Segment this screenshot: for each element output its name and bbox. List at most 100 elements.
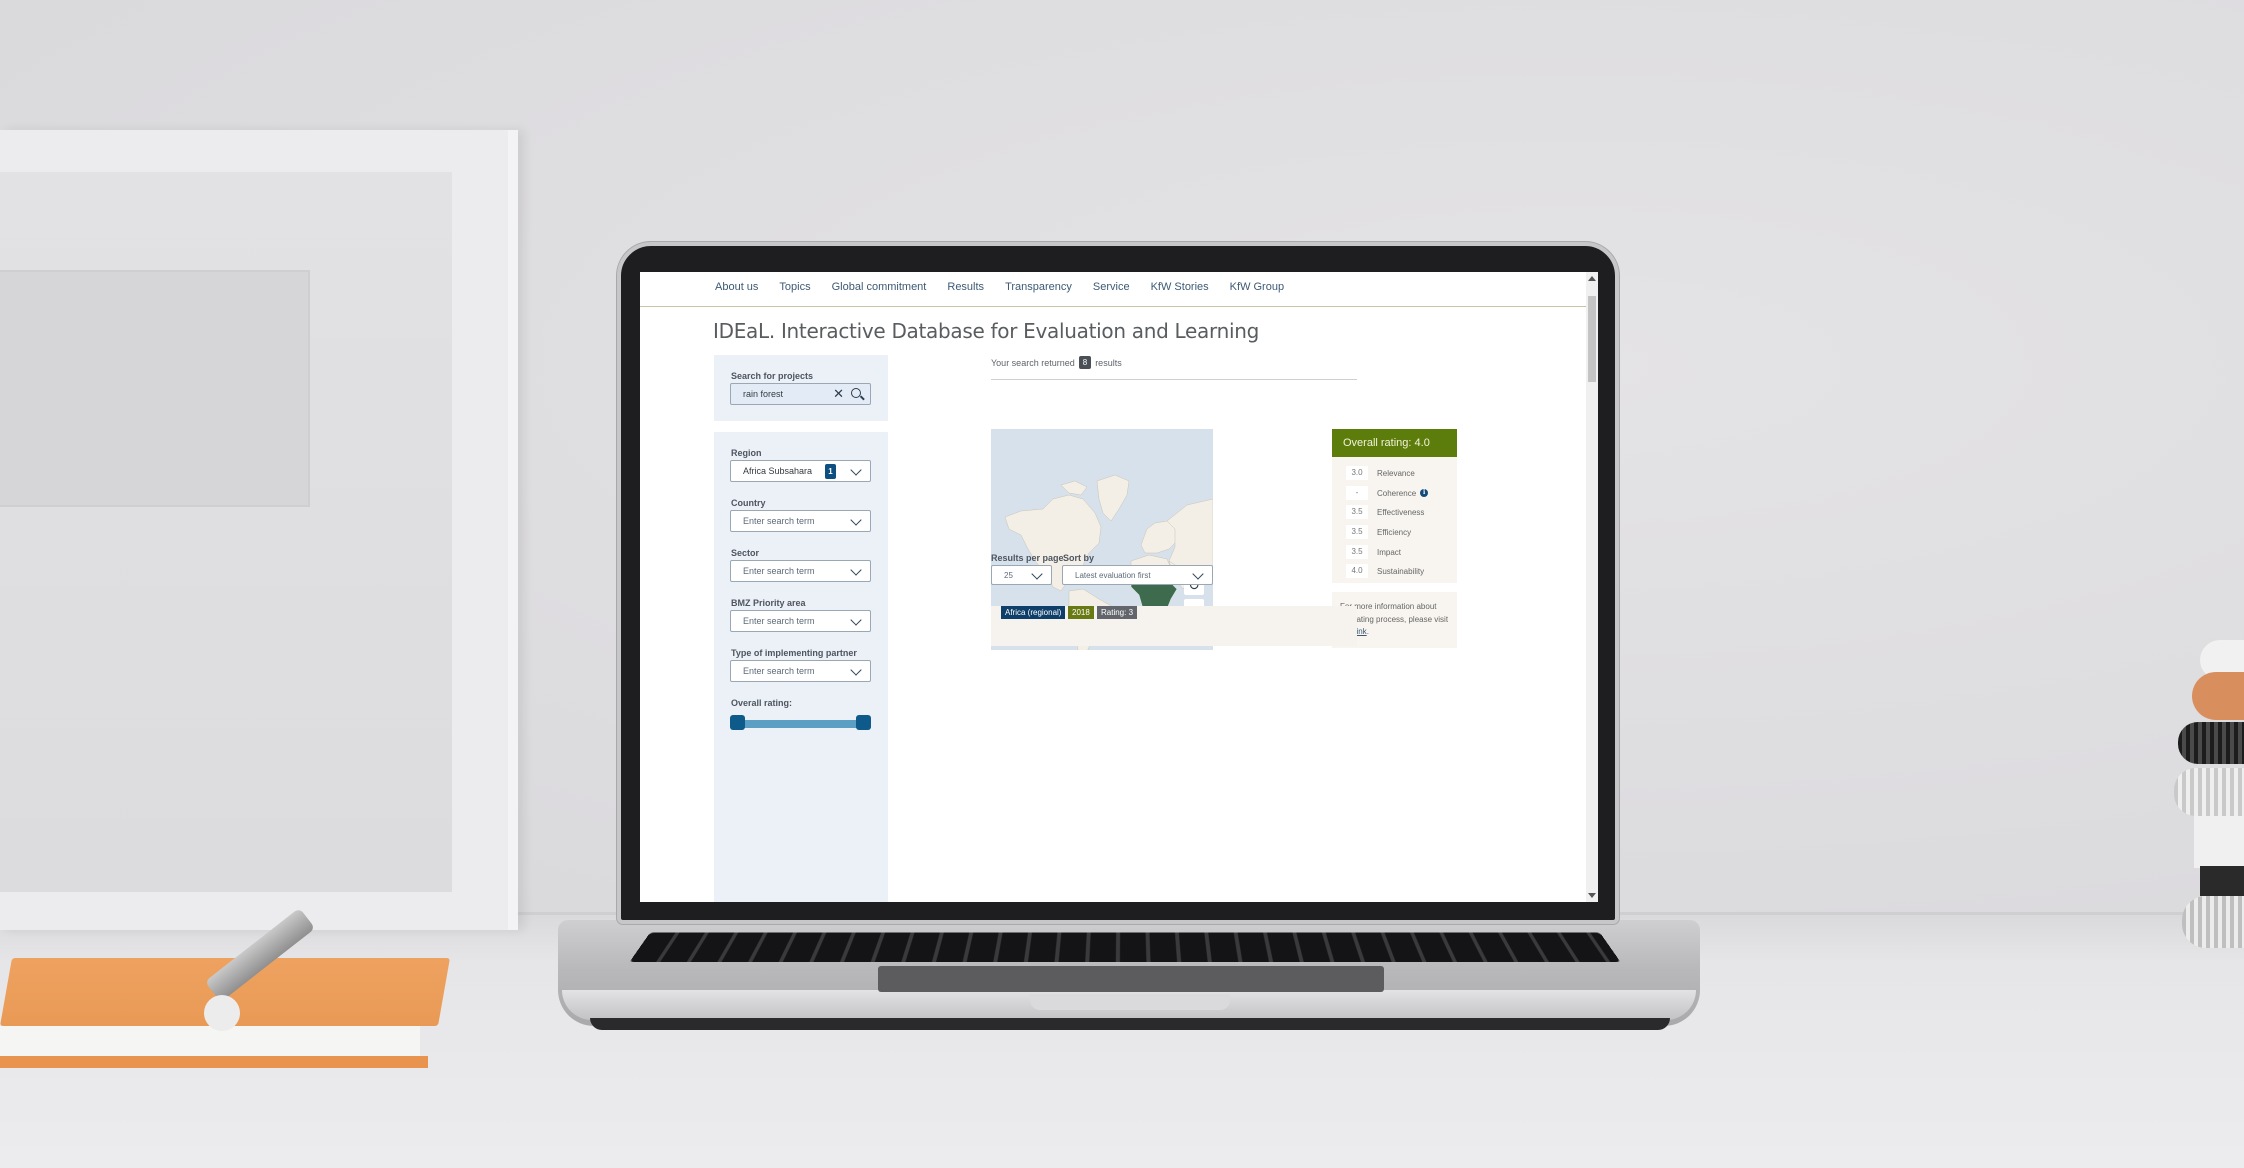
sort-by-value: Latest evaluation first <box>1075 571 1151 580</box>
continent-greenland <box>1096 474 1130 522</box>
chevron-down-icon <box>850 464 862 476</box>
rating-info-end: . <box>1366 627 1369 636</box>
country-placeholder: Enter search term <box>743 516 815 526</box>
rating-label: Efficiency <box>1377 527 1412 537</box>
region-selected-count: 1 <box>825 464 836 479</box>
pen-cap <box>204 995 240 1031</box>
picture-frame <box>0 130 518 930</box>
rating-slider-min-handle[interactable] <box>730 715 745 730</box>
result-card[interactable]: Africa (regional) 2018 Rating: 3 <box>991 606 1357 646</box>
rating-label: Effectiveness <box>1377 507 1425 517</box>
notebook-stack <box>2170 640 2244 950</box>
stack-item <box>2194 816 2244 868</box>
laptop-keyboard <box>629 932 1621 963</box>
stack-item <box>2178 722 2244 764</box>
per-page-select[interactable]: 25 <box>991 565 1052 585</box>
chevron-down-icon <box>850 564 862 576</box>
search-icon[interactable] <box>851 388 861 398</box>
search-input[interactable]: rain forest ✕ <box>730 383 871 405</box>
chevron-down-icon <box>850 664 862 676</box>
rating-row-coherence: - Coherence i <box>1346 486 1429 500</box>
rating-row-impact: 3.5 Impact <box>1346 545 1401 559</box>
rating-label: Relevance <box>1377 468 1415 478</box>
laptop-notch <box>1030 994 1230 1010</box>
bmz-priority-placeholder: Enter search term <box>743 616 815 626</box>
rating-label: Coherence <box>1377 488 1417 498</box>
region-label: Region <box>731 448 762 458</box>
rating-row-effectiveness: 3.5 Effectiveness <box>1346 505 1424 519</box>
page-scrollbar[interactable] <box>1586 272 1598 902</box>
chevron-down-icon <box>1031 568 1043 580</box>
filters-panel: Region Africa Subsahara 1 Country Enter … <box>714 432 888 902</box>
sort-by-label: Sort by <box>1063 553 1095 563</box>
laptop-shadow <box>590 1018 1670 1030</box>
chevron-down-icon <box>850 614 862 626</box>
sort-by-select[interactable]: Latest evaluation first <box>1062 565 1213 585</box>
results-divider <box>991 379 1357 380</box>
year-tag: 2018 <box>1068 606 1094 619</box>
notebook-back-cover <box>0 1056 428 1068</box>
results-prefix: Your search returned <box>991 357 1075 368</box>
stack-item <box>2182 896 2244 948</box>
rating-value: 4.0 <box>1346 564 1368 578</box>
sector-placeholder: Enter search term <box>743 566 815 576</box>
partner-type-label: Type of implementing partner <box>731 648 857 658</box>
nav-item-service[interactable]: Service <box>1093 281 1130 293</box>
scroll-thumb[interactable] <box>1588 296 1596 382</box>
rating-row-sustainability: 4.0 Sustainability <box>1346 564 1424 578</box>
continent-arctic-islands <box>1060 480 1088 496</box>
overall-rating-header: Overall rating: 4.0 <box>1332 429 1457 457</box>
stack-item <box>2174 768 2244 816</box>
search-panel: Search for projects rain forest ✕ <box>714 355 888 421</box>
rating-value: 3.5 <box>1346 505 1368 519</box>
scroll-up-arrow-icon[interactable] <box>1588 276 1596 281</box>
nav-item-results[interactable]: Results <box>947 281 984 293</box>
browser-viewport: About us Topics Global commitment Result… <box>640 272 1598 902</box>
partner-type-placeholder: Enter search term <box>743 666 815 676</box>
rating-row-relevance: 3.0 Relevance <box>1346 466 1415 480</box>
nav-item-about-us[interactable]: About us <box>715 281 758 293</box>
stack-item <box>2192 672 2244 720</box>
chevron-down-icon <box>1192 568 1204 580</box>
stack-item <box>2200 866 2244 896</box>
search-input-value: rain forest <box>743 389 784 399</box>
scroll-down-arrow-icon[interactable] <box>1588 893 1596 898</box>
rating-slider-max-handle[interactable] <box>856 715 871 730</box>
rating-label: Impact <box>1377 547 1402 557</box>
partner-type-select[interactable]: Enter search term <box>730 660 871 682</box>
rating-value: 3.0 <box>1346 466 1368 480</box>
nav-items: About us Topics Global commitment Result… <box>715 281 1305 293</box>
region-value: Africa Subsahara <box>743 466 813 476</box>
picture-frame-mat <box>0 270 310 507</box>
results-suffix: results <box>1095 357 1122 368</box>
rating-value: - <box>1346 486 1368 500</box>
bmz-priority-select[interactable]: Enter search term <box>730 610 871 632</box>
results-summary: Your search returned 8 results <box>991 356 1122 369</box>
close-icon[interactable]: ✕ <box>833 387 844 400</box>
rating-breakdown: 3.0 Relevance - Coherence i 3.5 Effectiv… <box>1332 457 1457 583</box>
rating-value: 3.5 <box>1346 525 1368 539</box>
search-label: Search for projects <box>731 371 814 381</box>
results-count-badge: 8 <box>1078 356 1092 369</box>
country-label: Country <box>731 498 766 508</box>
laptop-trackpad <box>878 966 1384 992</box>
nav-item-global-commitment[interactable]: Global commitment <box>832 281 927 293</box>
bmz-priority-label: BMZ Priority area <box>731 598 806 608</box>
nav-item-kfw-group[interactable]: KfW Group <box>1230 281 1284 293</box>
country-select[interactable]: Enter search term <box>730 510 871 532</box>
page-title: IDEaL. Interactive Database for Evaluati… <box>713 319 1259 343</box>
rating-row-efficiency: 3.5 Efficiency <box>1346 525 1411 539</box>
sector-select[interactable]: Enter search term <box>730 560 871 582</box>
top-navigation: About us Topics Global commitment Result… <box>640 272 1586 307</box>
chevron-down-icon <box>850 514 862 526</box>
nav-item-kfw-stories[interactable]: KfW Stories <box>1151 281 1209 293</box>
nav-item-transparency[interactable]: Transparency <box>1005 281 1072 293</box>
info-icon[interactable]: i <box>1420 489 1429 497</box>
rating-slider-track[interactable] <box>732 720 866 728</box>
rating-tag: Rating: 3 <box>1097 606 1138 619</box>
notebook-pages <box>0 1026 420 1058</box>
nav-item-topics[interactable]: Topics <box>779 281 810 293</box>
rating-label: Sustainability <box>1377 566 1425 576</box>
per-page-value: 25 <box>1004 571 1013 580</box>
region-select[interactable]: Africa Subsahara 1 <box>730 460 871 482</box>
